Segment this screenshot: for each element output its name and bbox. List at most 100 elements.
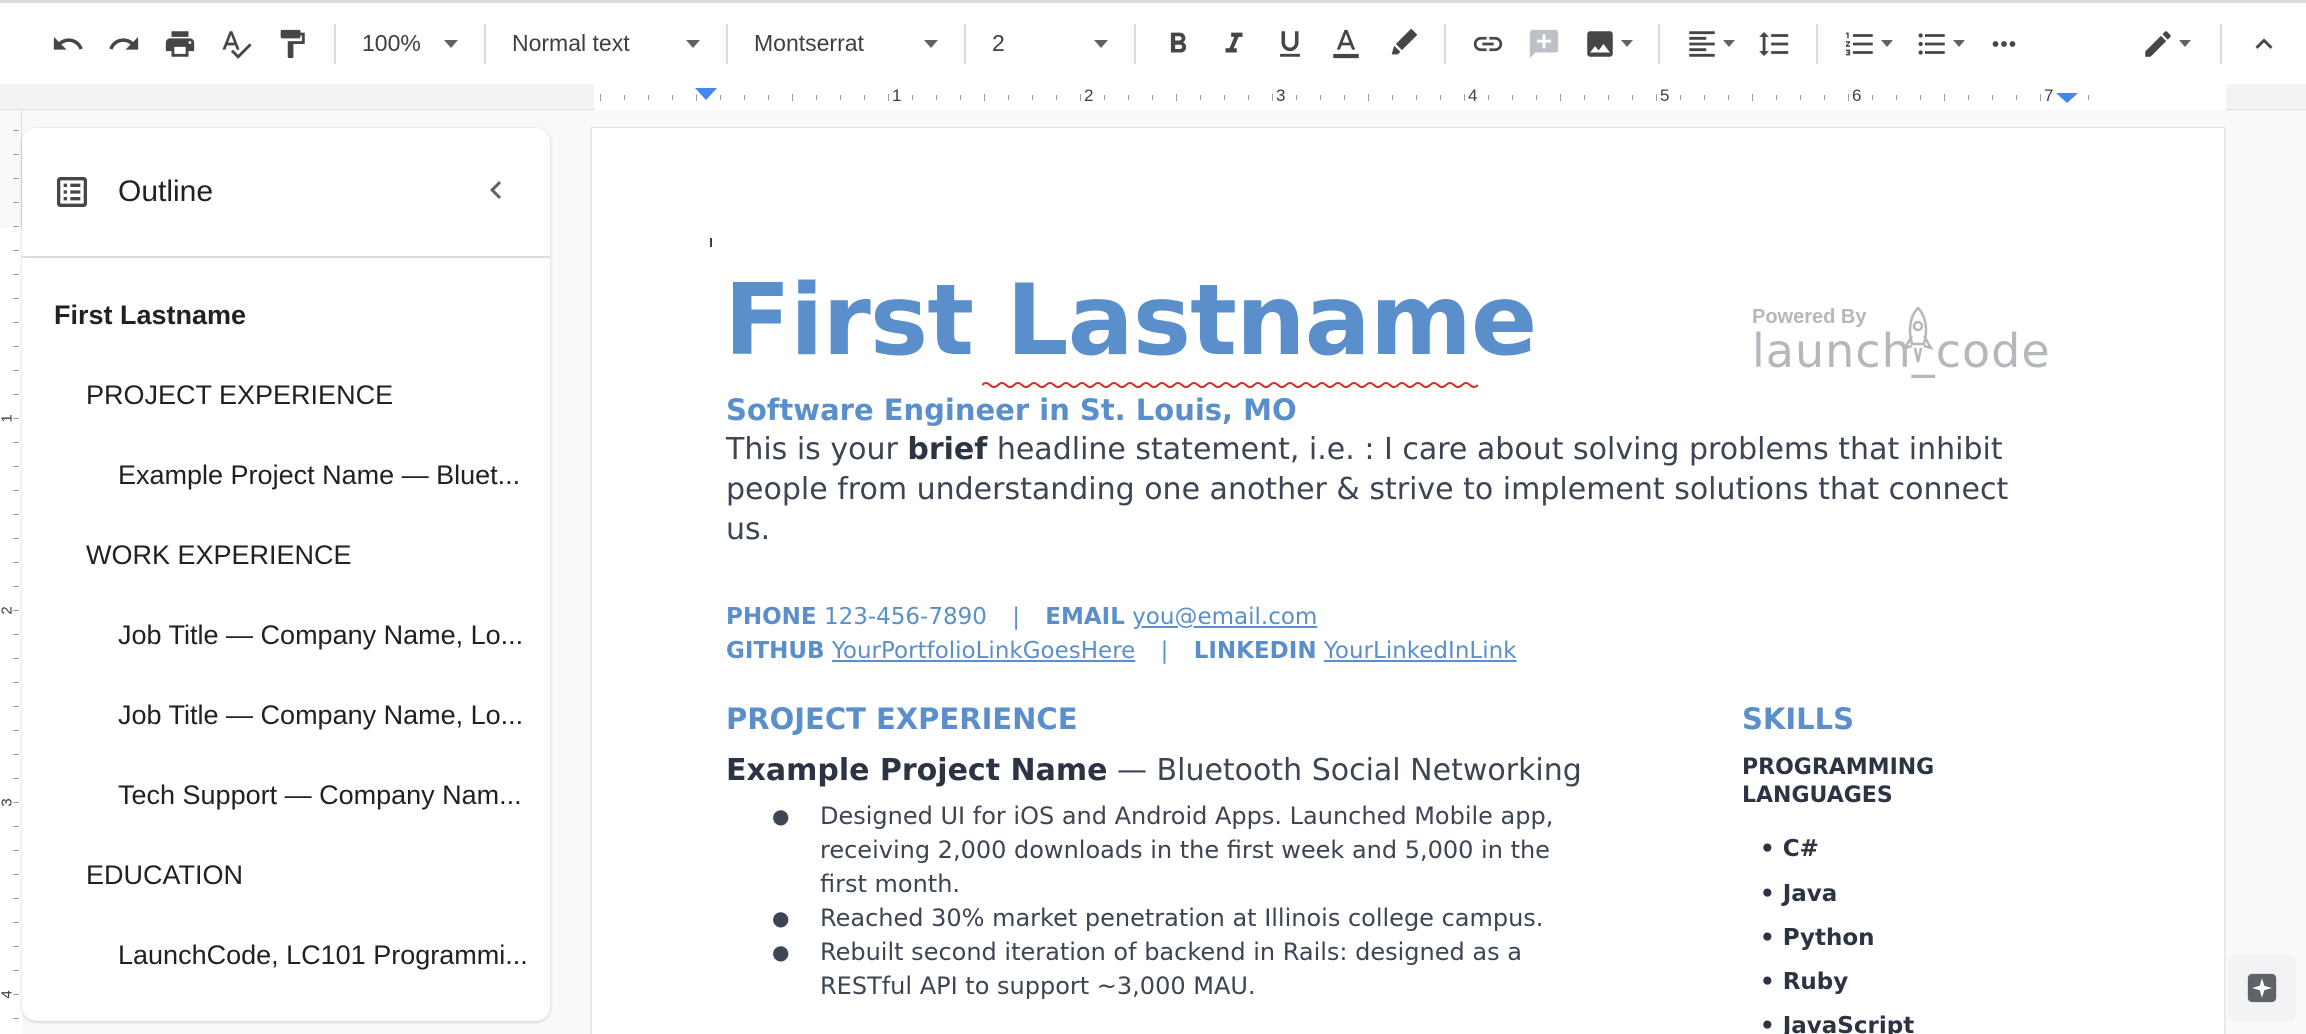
outline-item[interactable]: LaunchCode, LC101 Programmi...	[118, 940, 528, 971]
phone-value: 123-456-7890	[823, 604, 987, 630]
redo-button[interactable]	[96, 16, 152, 72]
zoom-dropdown[interactable]: 100%	[350, 16, 470, 72]
outline-item[interactable]: Tech Support — Company Nam...	[118, 780, 528, 811]
skill-item[interactable]: • C#	[1760, 836, 1819, 862]
contact-line-1: PHONE 123-456-7890 | EMAIL you@email.com	[726, 604, 1317, 630]
insert-image-button[interactable]	[1572, 16, 1644, 72]
ruler-tick	[1752, 94, 1753, 101]
explore-sparkle-icon	[2247, 973, 2277, 1003]
vruler-tick	[13, 730, 19, 731]
ruler-tick	[1872, 95, 1873, 100]
outline-item[interactable]: Example Project Name — Bluet...	[118, 460, 528, 491]
outline-item[interactable]: PROJECT EXPERIENCE	[86, 380, 393, 411]
vruler-tick	[13, 706, 19, 707]
ruler-tick	[1944, 94, 1945, 101]
add-comment-button[interactable]	[1516, 16, 1572, 72]
more-options-button[interactable]	[1976, 16, 2032, 72]
skills-subheading[interactable]: PROGRAMMING LANGUAGES	[1742, 754, 1982, 810]
toolbar-divider	[1658, 23, 1660, 64]
bold-button[interactable]	[1150, 16, 1206, 72]
editing-mode-button[interactable]	[2126, 16, 2206, 72]
vertical-ruler[interactable]: 1 2 3 4	[0, 110, 22, 1034]
vruler-tick	[13, 562, 19, 563]
italic-button[interactable]	[1206, 16, 1262, 72]
highlight-button[interactable]	[1374, 16, 1430, 72]
skill-item[interactable]: • Python	[1760, 925, 1875, 951]
headline-statement[interactable]: This is your brief headline statement, i…	[726, 430, 2026, 550]
ruler-number: 3	[1276, 86, 1286, 105]
github-link[interactable]: YourPortfolioLinkGoesHere	[832, 638, 1135, 664]
chevron-down-icon	[1621, 40, 1633, 47]
toolbar-divider	[964, 23, 966, 64]
undo-icon	[53, 36, 83, 50]
skill-item[interactable]: • Ruby	[1760, 969, 1848, 995]
font-size-dropdown[interactable]: 2	[980, 16, 1120, 72]
project-experience-heading[interactable]: PROJECT EXPERIENCE	[726, 702, 1078, 736]
chevron-left-icon[interactable]	[478, 172, 514, 208]
explore-button[interactable]	[2228, 954, 2296, 1022]
ruler-tick	[1776, 95, 1777, 100]
chevron-down-icon	[1723, 40, 1735, 47]
bullet-text: Reached 30% market penetration at Illino…	[820, 904, 1544, 932]
vruler-tick	[13, 826, 19, 827]
ruler-tick	[1656, 94, 1657, 101]
project-description: — Bluetooth Social Networking	[1107, 753, 1582, 788]
align-button[interactable]	[1674, 16, 1746, 72]
horizontal-ruler[interactable]: 1 2 3 4 5 6 7	[0, 84, 2306, 110]
project-title[interactable]: Example Project Name — Bluetooth Social …	[726, 753, 1582, 788]
email-label: EMAIL	[1045, 604, 1125, 630]
list-item: ● Designed UI for iOS and Android Apps. L…	[772, 799, 1592, 901]
outline-item[interactable]: Job Title — Company Name, Lo...	[118, 620, 528, 651]
spellcheck-button[interactable]	[208, 16, 264, 72]
left-indent-marker[interactable]	[695, 88, 717, 100]
undo-button[interactable]	[40, 16, 96, 72]
skill-item[interactable]: • JavaScript	[1760, 1013, 1914, 1034]
collapse-toolbar-button[interactable]	[2236, 16, 2292, 72]
ruler-tick	[960, 95, 961, 100]
vruler-number: 3	[0, 798, 16, 807]
vruler-tick	[13, 874, 19, 875]
ruler-tick	[768, 95, 769, 100]
outline-item[interactable]: WORK EXPERIENCE	[86, 540, 352, 571]
ruler-tick	[816, 95, 817, 100]
right-indent-marker[interactable]	[2056, 93, 2078, 103]
text-color-button[interactable]	[1318, 16, 1374, 72]
insert-link-button[interactable]	[1460, 16, 1516, 72]
resume-subtitle[interactable]: Software Engineer in St. Louis, MO	[726, 393, 1297, 427]
style-dropdown[interactable]: Normal text	[500, 16, 712, 72]
ruler-number: 2	[1084, 86, 1094, 105]
outline-item[interactable]: Job Title — Company Name, Lo...	[118, 700, 528, 731]
vruler-tick	[13, 202, 19, 203]
ruler-tick	[1800, 95, 1801, 100]
linkedin-label: LINKEDIN	[1193, 638, 1317, 664]
ruler-tick	[648, 95, 649, 100]
vruler-tick	[13, 346, 19, 347]
print-icon	[165, 30, 195, 57]
chevron-down-icon	[1094, 39, 1108, 48]
ruler-tick	[912, 95, 913, 100]
numbered-list-button[interactable]	[1832, 16, 1904, 72]
skills-heading[interactable]: SKILLS	[1742, 702, 1854, 736]
ruler-tick	[1272, 94, 1273, 101]
linkedin-link[interactable]: YourLinkedInLink	[1324, 638, 1517, 664]
email-link[interactable]: you@email.com	[1132, 604, 1317, 630]
print-button[interactable]	[152, 16, 208, 72]
outline-item[interactable]: First Lastname	[54, 300, 246, 331]
underline-button[interactable]	[1262, 16, 1318, 72]
vruler-tick	[13, 634, 19, 635]
resume-name[interactable]: First Lastname	[724, 272, 1537, 370]
toolbar: 100% Normal text Montserrat 2	[0, 0, 2306, 84]
project-bullets[interactable]: ● Designed UI for iOS and Android Apps. L…	[772, 799, 1592, 1003]
line-spacing-button[interactable]	[1746, 16, 1802, 72]
bulleted-list-button[interactable]	[1904, 16, 1976, 72]
font-dropdown[interactable]: Montserrat	[742, 16, 950, 72]
outline-item[interactable]: EDUCATION	[86, 860, 243, 891]
document-page[interactable]: First Lastname Powered By launch_code So…	[592, 128, 2224, 1034]
paint-format-button[interactable]	[264, 16, 320, 72]
vruler-tick	[13, 754, 19, 755]
text-color-icon	[1333, 29, 1359, 58]
ruler-tick	[1200, 95, 1201, 100]
vruler-tick	[13, 658, 19, 659]
ruler-tick	[1248, 95, 1249, 100]
skill-item[interactable]: • Java	[1760, 881, 1837, 907]
